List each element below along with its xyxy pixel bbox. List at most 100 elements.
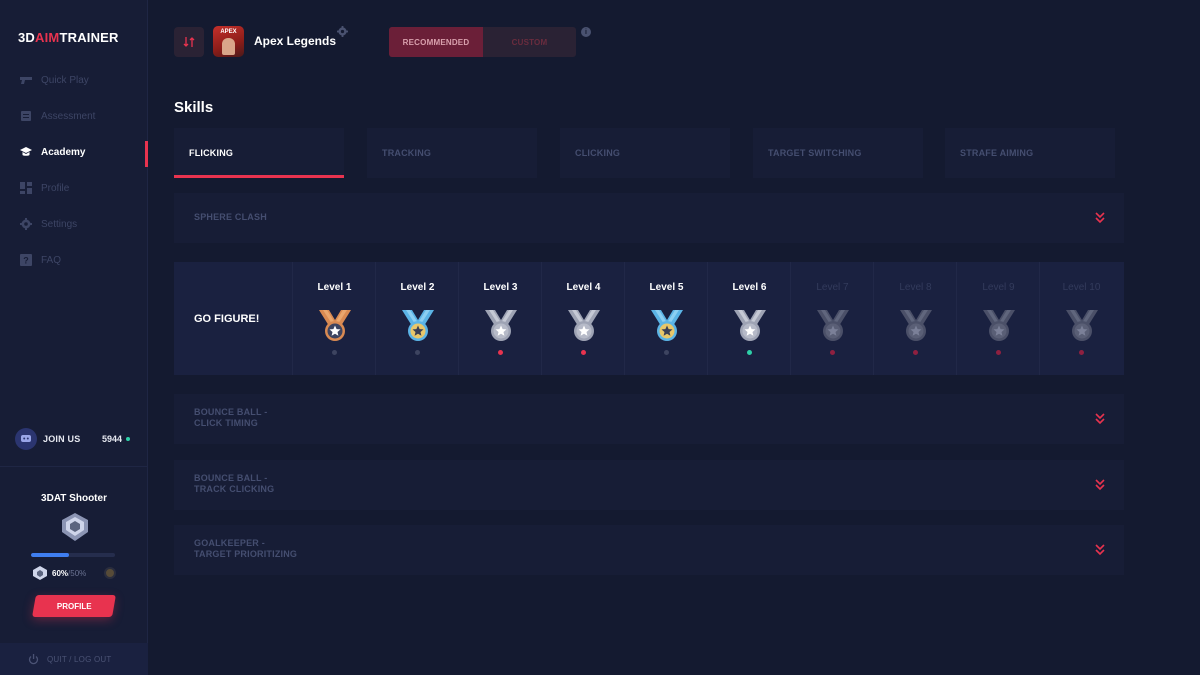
game-settings-gear-icon[interactable] bbox=[337, 26, 348, 37]
level-status-dot bbox=[830, 350, 835, 355]
recommended-toggle[interactable]: RECOMMENDED bbox=[389, 27, 483, 57]
level-status-dot bbox=[913, 350, 918, 355]
sidebar-item-label: FAQ bbox=[41, 254, 62, 266]
level-label: Level 3 bbox=[483, 282, 518, 293]
online-count: 5944 bbox=[101, 434, 122, 444]
chevron-down-icon bbox=[1095, 479, 1105, 491]
gun-icon bbox=[20, 74, 32, 86]
chevron-down-icon bbox=[1095, 413, 1105, 425]
level-10[interactable]: Level 10 bbox=[1039, 262, 1122, 375]
clipboard-icon bbox=[20, 110, 32, 122]
quit-logout-button[interactable]: QUIT / LOG OUT bbox=[0, 643, 148, 675]
level-label: Level 1 bbox=[317, 282, 352, 293]
level-label: Level 4 bbox=[566, 282, 601, 293]
level-label: Level 8 bbox=[899, 282, 932, 293]
level-2[interactable]: Level 2 bbox=[375, 262, 458, 375]
medal-blue-icon bbox=[400, 308, 436, 344]
game-character-icon bbox=[222, 38, 235, 55]
exercise-sphere-clash[interactable]: SPHERE CLASH bbox=[174, 193, 1124, 243]
exercise-title: GO FIGURE! bbox=[194, 313, 260, 325]
exercise-title: BOUNCE BALL - TRACK CLICKING bbox=[194, 473, 275, 494]
medal-locked-icon bbox=[981, 308, 1017, 344]
sidebar-nav: Quick Play Assessment Academy Profile Se… bbox=[0, 62, 148, 278]
tab-clicking[interactable]: CLICKING bbox=[560, 128, 730, 178]
sidebar-item-academy[interactable]: Academy bbox=[0, 134, 148, 170]
online-indicator bbox=[126, 437, 130, 441]
rank-small-icon bbox=[33, 566, 47, 580]
level-label: Level 5 bbox=[649, 282, 684, 293]
tab-flicking[interactable]: FLICKING bbox=[174, 128, 344, 178]
exercise-title: GOALKEEPER - TARGET PRIORITIZING bbox=[194, 538, 298, 559]
sidebar-item-faq[interactable]: ? FAQ bbox=[0, 242, 148, 278]
discord-icon bbox=[15, 428, 37, 450]
tab-strafe-aiming[interactable]: STRAFE AIMING bbox=[945, 128, 1115, 178]
medal-silver-icon bbox=[566, 308, 602, 344]
level-status-dot bbox=[581, 350, 586, 355]
rank-progress-fill bbox=[31, 553, 69, 557]
level-9[interactable]: Level 9 bbox=[956, 262, 1039, 375]
level-status-dot bbox=[1079, 350, 1084, 355]
level-label: Level 7 bbox=[816, 282, 849, 293]
join-label: JOIN US bbox=[43, 434, 81, 444]
level-8[interactable]: Level 8 bbox=[873, 262, 956, 375]
percent-current: 60% bbox=[52, 568, 69, 578]
level-7[interactable]: Level 7 bbox=[790, 262, 873, 375]
exercise-goalkeeper-target-prioritizing[interactable]: GOALKEEPER - TARGET PRIORITIZING bbox=[174, 525, 1124, 575]
level-status-dot bbox=[332, 350, 337, 355]
level-5[interactable]: Level 5 bbox=[624, 262, 707, 375]
level-status-dot bbox=[747, 350, 752, 355]
chevron-down-icon bbox=[1095, 544, 1105, 556]
percent-target: /50% bbox=[68, 568, 87, 578]
page-title: Skills bbox=[174, 99, 214, 116]
sidebar-item-quick-play[interactable]: Quick Play bbox=[0, 62, 148, 98]
rank-progress-bar bbox=[31, 553, 115, 557]
switch-game-button[interactable] bbox=[174, 27, 204, 57]
level-label: Level 9 bbox=[982, 282, 1015, 293]
rank-emblem-icon bbox=[59, 512, 91, 542]
exercise-title: SPHERE CLASH bbox=[194, 212, 267, 222]
level-6[interactable]: Level 6 bbox=[707, 262, 790, 375]
app-logo[interactable]: 3DAIMTRAINER bbox=[18, 30, 119, 45]
level-status-dot bbox=[996, 350, 1001, 355]
exercise-bounce-ball-track-clicking[interactable]: BOUNCE BALL - TRACK CLICKING bbox=[174, 460, 1124, 510]
level-label: Level 6 bbox=[732, 282, 767, 293]
dashboard-icon bbox=[20, 182, 32, 194]
level-label: Level 2 bbox=[400, 282, 435, 293]
sidebar-item-profile[interactable]: Profile bbox=[0, 170, 148, 206]
medal-blue-icon bbox=[649, 308, 685, 344]
sidebar-item-label: Profile bbox=[41, 182, 70, 194]
sidebar-divider bbox=[0, 466, 148, 467]
svg-text:?: ? bbox=[23, 256, 29, 266]
profile-button[interactable]: PROFILE bbox=[32, 595, 116, 617]
next-rank-icon bbox=[104, 567, 116, 579]
medal-bronze-icon bbox=[317, 308, 353, 344]
exercise-bounce-ball-click-timing[interactable]: BOUNCE BALL - CLICK TIMING bbox=[174, 394, 1124, 444]
rank-title: 3DAT Shooter bbox=[41, 493, 107, 504]
rank-percent-row: 60% /50% bbox=[32, 566, 116, 580]
tab-target-switching[interactable]: TARGET SWITCHING bbox=[753, 128, 923, 178]
level-3[interactable]: Level 3 bbox=[458, 262, 541, 375]
join-community-button[interactable]: JOIN US 5944 bbox=[10, 426, 136, 452]
mode-toggle: RECOMMENDED CUSTOM bbox=[389, 27, 576, 57]
custom-toggle[interactable]: CUSTOM bbox=[483, 27, 576, 57]
level-1[interactable]: Level 1 bbox=[292, 262, 375, 375]
tab-tracking[interactable]: TRACKING bbox=[367, 128, 537, 178]
sidebar-item-settings[interactable]: Settings bbox=[0, 206, 148, 242]
chevron-down-icon bbox=[1095, 212, 1105, 224]
level-status-dot bbox=[415, 350, 420, 355]
level-4[interactable]: Level 4 bbox=[541, 262, 624, 375]
gear-icon bbox=[20, 218, 32, 230]
sidebar-item-label: Settings bbox=[41, 218, 78, 230]
sidebar-item-label: Academy bbox=[41, 146, 86, 158]
medal-locked-icon bbox=[815, 308, 851, 344]
medal-silver-icon bbox=[732, 308, 768, 344]
graduation-cap-icon bbox=[20, 146, 32, 158]
game-thumbnail[interactable]: APEX bbox=[213, 26, 244, 57]
medal-silver-icon bbox=[483, 308, 519, 344]
sidebar-item-label: Assessment bbox=[41, 110, 96, 122]
info-icon[interactable]: i bbox=[581, 27, 591, 37]
sidebar-item-assessment[interactable]: Assessment bbox=[0, 98, 148, 134]
medal-locked-icon bbox=[1064, 308, 1100, 344]
level-status-dot bbox=[664, 350, 669, 355]
level-label: Level 10 bbox=[1062, 282, 1101, 293]
